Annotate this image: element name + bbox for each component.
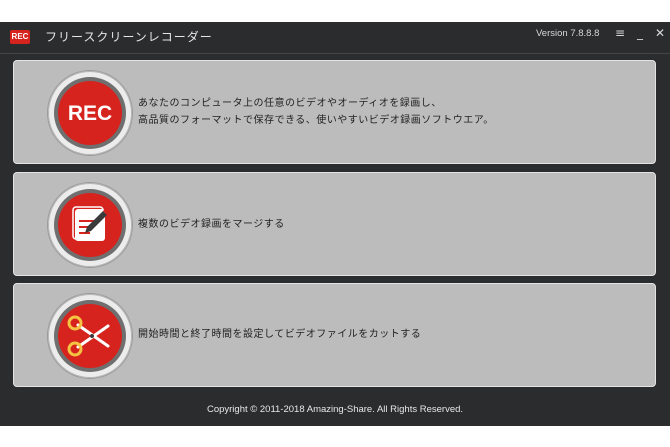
rec-icon-label: REC	[68, 102, 112, 125]
rec-icon[interactable]: REC	[48, 71, 132, 155]
cut-card[interactable]: 開始時間と終了時間を設定してビデオファイルをカットする	[13, 283, 656, 387]
record-description-line: あなたのコンピュータ上の任意のビデオやオーディオを録画し、	[138, 98, 442, 109]
title-bar: REC フリースクリーンレコーダー Version 7.8.8.8 ≡ _ ✕	[0, 22, 670, 54]
app-logo: REC	[10, 30, 30, 44]
merge-description-line: 複数のビデオ録画をマージする	[138, 219, 285, 230]
close-icon[interactable]: ✕	[653, 26, 667, 40]
minimize-icon[interactable]: _	[633, 26, 647, 40]
app-window: REC フリースクリーンレコーダー Version 7.8.8.8 ≡ _ ✕ …	[0, 22, 670, 426]
record-description-line: 高品質のフォーマットで保存できる、使いやすいビデオ録画ソフトウエア。	[138, 115, 494, 126]
title-divider	[0, 53, 670, 54]
cut-description-line: 開始時間と終了時間を設定してビデオファイルをカットする	[138, 329, 422, 340]
merge-card[interactable]: 複数のビデオ録画をマージする	[13, 172, 656, 276]
record-card[interactable]: REC あなたのコンピュータ上の任意のビデオやオーディオを録画し、 高品質のフォ…	[13, 60, 656, 164]
app-title: フリースクリーンレコーダー	[45, 30, 213, 44]
version-label: Version 7.8.8.8	[536, 28, 600, 39]
merge-document-icon[interactable]	[48, 183, 132, 267]
menu-icon[interactable]: ≡	[613, 26, 627, 40]
record-description: あなたのコンピュータ上の任意のビデオやオーディオを録画し、 高品質のフォーマット…	[138, 95, 494, 129]
scissors-icon[interactable]	[48, 294, 132, 378]
copyright-footer: Copyright © 2011-2018 Amazing-Share. All…	[206, 404, 464, 415]
merge-description: 複数のビデオ録画をマージする	[138, 216, 285, 233]
cut-description: 開始時間と終了時間を設定してビデオファイルをカットする	[138, 326, 421, 343]
